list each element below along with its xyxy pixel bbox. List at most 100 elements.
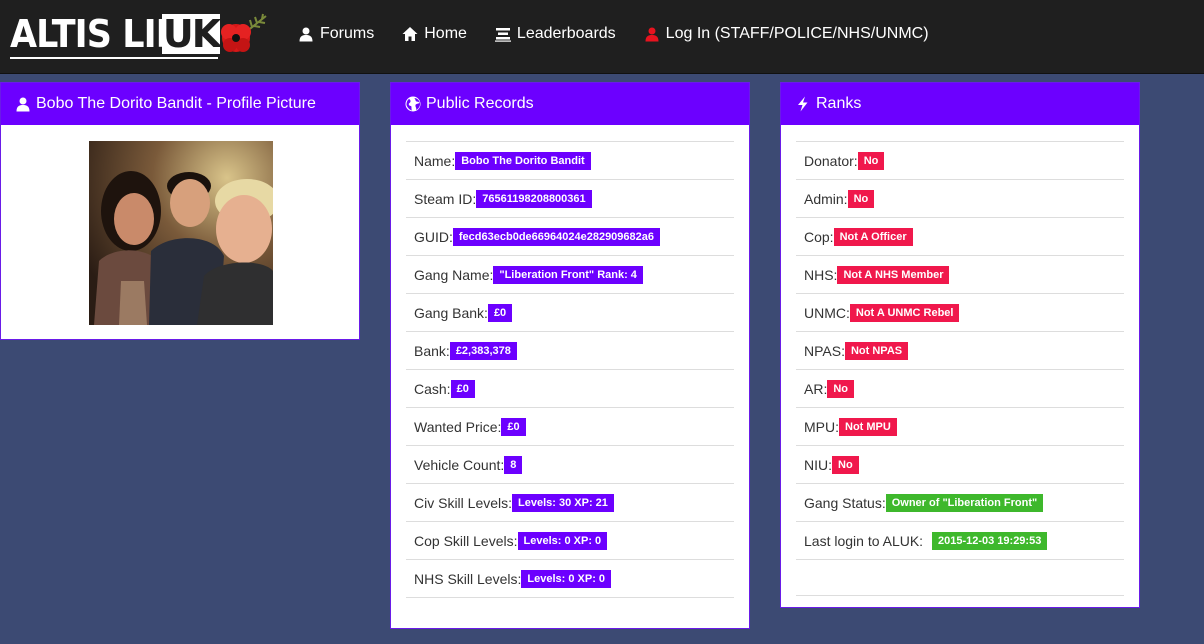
record-label: Gang Bank: — [414, 304, 488, 321]
record-row-vehicle-count: Vehicle Count: 8 — [406, 446, 734, 484]
rank-row-admin: Admin: No — [796, 180, 1124, 218]
rank-value-badge: No — [832, 455, 859, 474]
record-value-badge: £0 — [501, 417, 526, 436]
rank-row-nhs: NHS: Not A NHS Member — [796, 256, 1124, 294]
profile-picture-panel: Bobo The Dorito Bandit - Profile Picture — [0, 82, 360, 340]
record-row-guid: GUID: fecd63ecb0de66964024e282909682a6 — [406, 218, 734, 256]
user-icon — [644, 26, 660, 42]
rank-label: Donator: — [804, 152, 858, 169]
record-row-gang-name: Gang Name: "Liberation Front" Rank: 4 — [406, 256, 734, 294]
list-icon — [494, 26, 511, 42]
rank-value-badge: Not A NHS Member — [837, 265, 950, 284]
rank-label: NHS: — [804, 266, 838, 283]
nav-home[interactable]: Home — [402, 23, 467, 45]
rank-value-badge: 2015-12-03 19:29:53 — [931, 531, 1048, 550]
nav-menu: Forums Home Leaderboards Log In (STAFF/P… — [298, 23, 957, 45]
public-records-panel: Public Records Name: Bobo The Dorito Band… — [390, 82, 750, 629]
record-row-bank: Bank: £2,383,378 — [406, 332, 734, 370]
rank-label: Cop: — [804, 228, 834, 245]
record-value-badge: Levels: 0 XP: 0 — [517, 531, 608, 550]
rank-label: Admin: — [804, 190, 848, 207]
rank-label: Last login to ALUK: — [804, 532, 927, 549]
rank-row-last-login: Last login to ALUK: 2015-12-03 19:29:53 — [796, 522, 1124, 560]
poppy-icon — [221, 13, 267, 52]
record-value-badge: Levels: 0 XP: 0 — [521, 569, 612, 588]
rank-value-badge: Not MPU — [839, 417, 897, 436]
rank-value-badge: Not A Officer — [833, 227, 913, 246]
record-value-badge: £0 — [450, 379, 475, 398]
profile-picture — [89, 141, 273, 325]
rank-row-mpu: MPU: Not MPU — [796, 408, 1124, 446]
record-row-cash: Cash: £0 — [406, 370, 734, 408]
rank-row-npas: NPAS: Not NPAS — [796, 332, 1124, 370]
ranks-panel-heading: Ranks — [781, 83, 1139, 125]
rank-label: UNMC: — [804, 304, 850, 321]
record-row-cop-skill: Cop Skill Levels: Levels: 0 XP: 0 — [406, 522, 734, 560]
record-value-badge: £0 — [487, 303, 513, 322]
rank-value-badge: Owner of "Liberation Front" — [885, 493, 1044, 512]
profile-panel-title: Bobo The Dorito Bandit - Profile Picture — [36, 95, 316, 112]
rank-row-gang-status: Gang Status: Owner of "Liberation Front" — [796, 484, 1124, 522]
record-label: Cash: — [414, 380, 451, 397]
nav-leaderboards[interactable]: Leaderboards — [494, 23, 616, 45]
ranks-panel: Ranks Donator: No Admin: No Cop: Not A Offi… — [780, 82, 1140, 608]
nav-forums[interactable]: Forums — [298, 23, 374, 45]
records-list: Name: Bobo The Dorito Bandit Steam ID: 765… — [406, 141, 734, 598]
record-row-civ-skill: Civ Skill Levels: Levels: 30 XP: 21 — [406, 484, 734, 522]
record-value-badge: 76561198208800361 — [476, 189, 592, 208]
record-value-badge: £2,383,378 — [449, 341, 517, 360]
nav-login[interactable]: Log In (STAFF/POLICE/NHS/UNMC) — [644, 23, 929, 45]
home-icon — [402, 26, 418, 42]
rank-row-niu: NIU: No — [796, 446, 1124, 484]
rank-value-badge: No — [857, 151, 885, 170]
record-row-name: Name: Bobo The Dorito Bandit — [406, 142, 734, 180]
nav-forums-label: Forums — [320, 25, 375, 42]
profile-panel-heading: Bobo The Dorito Bandit - Profile Picture — [1, 83, 359, 125]
user-icon — [15, 96, 31, 112]
rank-row-ar: AR: No — [796, 370, 1124, 408]
logo-uk: UK — [162, 12, 221, 56]
rank-row-donator: Donator: No — [796, 142, 1124, 180]
records-panel-heading: Public Records — [391, 83, 749, 125]
ranks-list: Donator: No Admin: No Cop: Not A Officer NH… — [796, 141, 1124, 596]
record-value-badge: Bobo The Dorito Bandit — [455, 151, 591, 170]
record-value-badge: fecd63ecb0de66964024e282909682a6 — [452, 227, 661, 246]
rank-value-badge: No — [827, 379, 855, 398]
record-label: Name: — [414, 152, 456, 169]
record-label: NHS Skill Levels: — [414, 570, 522, 587]
record-label: Civ Skill Levels: — [414, 494, 513, 511]
record-label: GUID: — [414, 228, 453, 245]
record-label: Gang Name: — [414, 266, 494, 283]
rank-value-badge: No — [847, 189, 875, 208]
rank-label: AR: — [804, 380, 828, 397]
user-icon — [298, 26, 314, 42]
globe-icon — [405, 96, 421, 112]
rank-value-badge: Not NPAS — [844, 341, 909, 360]
ranks-panel-title: Ranks — [816, 95, 862, 112]
record-row-nhs-skill: NHS Skill Levels: Levels: 0 XP: 0 — [406, 560, 734, 598]
rank-row-unmc: UNMC: Not A UNMC Rebel — [796, 294, 1124, 332]
rank-label: MPU: — [804, 418, 839, 435]
record-row-gang-bank: Gang Bank: £0 — [406, 294, 734, 332]
record-value-badge: "Liberation Front" Rank: 4 — [493, 265, 643, 284]
record-row-steam-id: Steam ID: 76561198208800361 — [406, 180, 734, 218]
rank-value-badge: Not A UNMC Rebel — [849, 303, 960, 322]
navbar: ALTIS LIFE UK Forums Home Leaderboards L… — [0, 0, 1204, 74]
record-value-badge: 8 — [504, 455, 523, 474]
record-label: Vehicle Count: — [414, 456, 505, 473]
nav-login-label: Log In (STAFF/POLICE/NHS/UNMC) — [665, 25, 929, 42]
record-value-badge: Levels: 30 XP: 21 — [512, 493, 614, 512]
nav-leaderboards-label: Leaderboards — [516, 25, 616, 42]
site-logo[interactable]: ALTIS LIFE UK — [10, 12, 267, 60]
records-panel-title: Public Records — [426, 95, 534, 112]
rank-row-cop: Cop: Not A Officer — [796, 218, 1124, 256]
record-label: Cop Skill Levels: — [414, 532, 518, 549]
rank-label: NIU: — [804, 456, 832, 473]
record-label: Wanted Price: — [414, 418, 502, 435]
record-label: Steam ID: — [414, 190, 477, 207]
logo-underline — [10, 57, 218, 59]
record-row-wanted-price: Wanted Price: £0 — [406, 408, 734, 446]
rank-label: NPAS: — [804, 342, 845, 359]
rank-label: Gang Status: — [804, 494, 886, 511]
bolt-icon — [795, 96, 811, 112]
